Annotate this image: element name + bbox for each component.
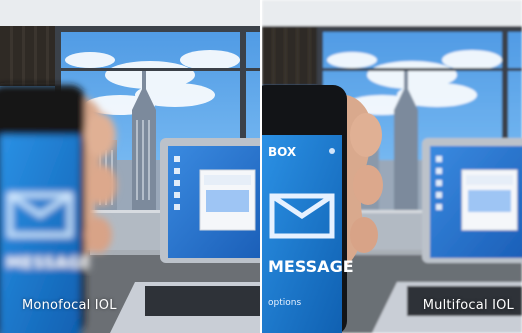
left-caption: Monofocal IOL: [22, 298, 117, 313]
right-panel: BOX MESSAGE options Multifocal IOL: [262, 0, 522, 333]
left-scene: MESSAGE: [0, 0, 260, 333]
right-phone-box: BOX: [268, 145, 297, 159]
comparison-image: MESSAGE Monofocal IOL BOX MESSAGE option…: [0, 0, 522, 333]
phone-status-icon: [329, 148, 335, 154]
right-caption: Multifocal IOL: [422, 298, 514, 313]
left-panel: MESSAGE Monofocal IOL: [0, 0, 260, 333]
left-phone-message: MESSAGE: [6, 253, 92, 272]
right-phone-message: MESSAGE: [268, 257, 354, 276]
right-phone-options: options: [268, 298, 301, 308]
right-scene: BOX MESSAGE options: [262, 0, 522, 333]
ceiling: [0, 0, 260, 26]
